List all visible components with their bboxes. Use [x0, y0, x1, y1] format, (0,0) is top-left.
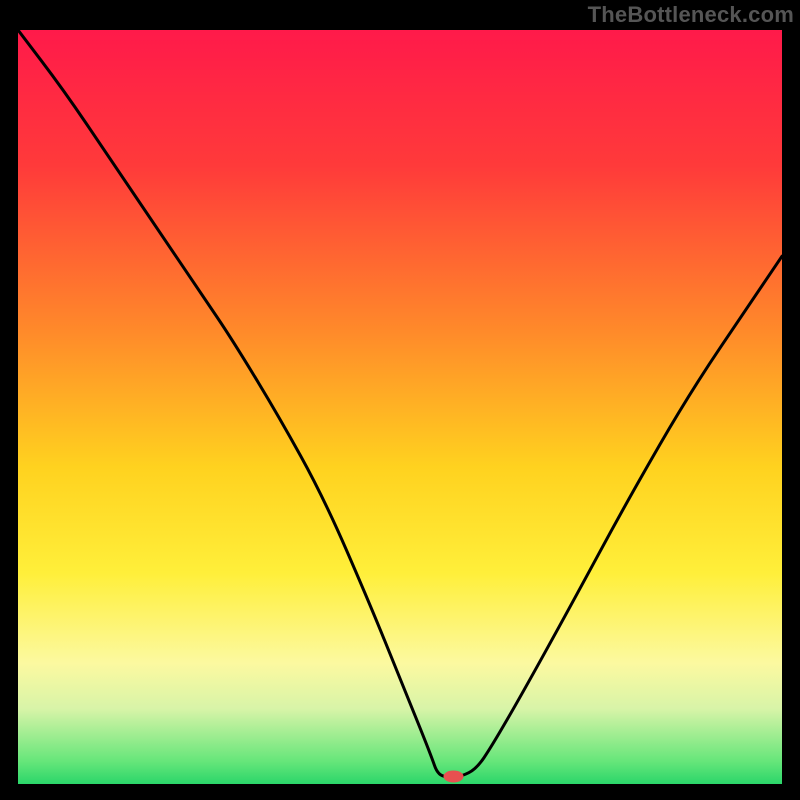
bottleneck-plot [18, 30, 782, 784]
plot-area [18, 30, 782, 784]
watermark-text: TheBottleneck.com [588, 2, 794, 28]
chart-container: TheBottleneck.com [0, 0, 800, 800]
optimal-point-marker [443, 770, 463, 782]
gradient-background [18, 30, 782, 784]
